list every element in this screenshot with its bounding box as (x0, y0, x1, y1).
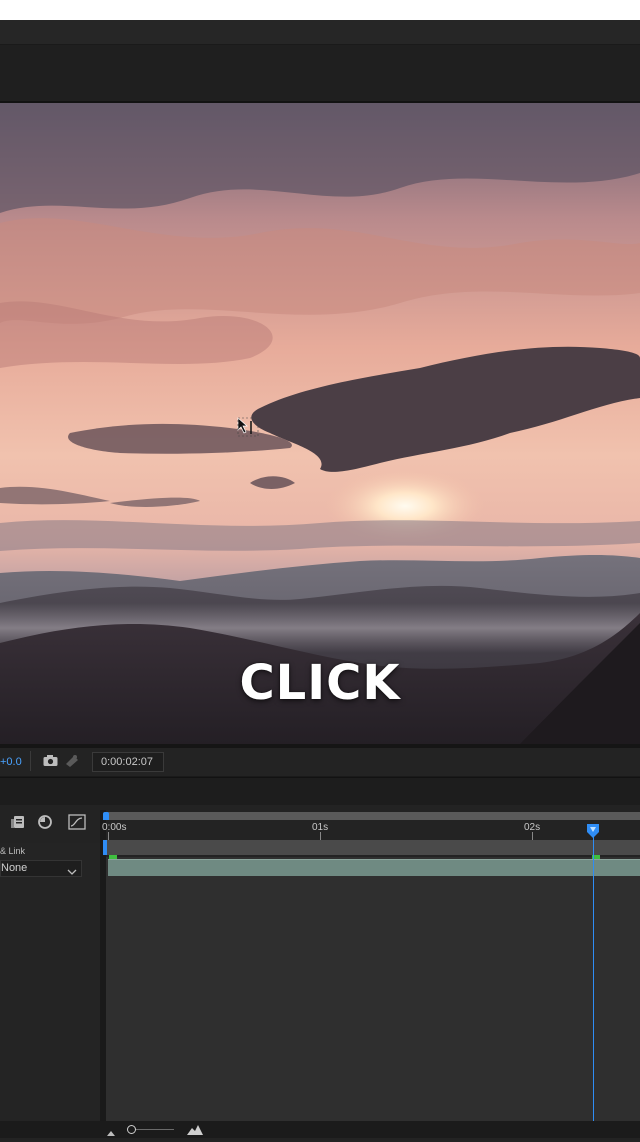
zoom-out-icon[interactable] (106, 1124, 116, 1142)
ruler-tick (532, 832, 533, 840)
toolbar (0, 45, 640, 103)
parent-dropdown[interactable]: None (0, 860, 82, 877)
parent-dropdown-value: None (1, 862, 28, 874)
timecode-field[interactable]: 0:00:02:07 (92, 752, 164, 772)
playhead-icon[interactable] (587, 824, 599, 838)
parent-link-header: & Link (0, 846, 26, 856)
divider (30, 751, 31, 771)
comp-duration-bar (106, 840, 640, 855)
graph-editor-icon[interactable] (68, 814, 86, 835)
panel-separator (0, 777, 640, 806)
zoom-in-icon[interactable] (186, 1123, 204, 1141)
zoom-slider-thumb[interactable] (127, 1125, 136, 1134)
camera-icon[interactable] (43, 754, 58, 770)
chevron-down-icon (67, 863, 77, 881)
timeline-zoom-bar (0, 1121, 640, 1138)
motion-blur-icon[interactable] (36, 814, 52, 835)
work-area-start-handle[interactable] (103, 812, 109, 820)
layer-duration-bar[interactable] (108, 859, 640, 876)
show-snapshot-icon[interactable] (65, 754, 79, 770)
caption-text: CLICK (239, 655, 401, 711)
ruler-tick (320, 832, 321, 840)
sunset-landscape-image (0, 103, 640, 744)
ruler-tick (108, 832, 109, 840)
track-area[interactable] (106, 857, 640, 1121)
layer-column (0, 843, 100, 1121)
solo-icon[interactable] (10, 814, 26, 835)
keyframe-marker[interactable] (109, 855, 117, 859)
timecode-text: 0:00:02:07 (101, 756, 153, 768)
viewer-controls-bar: +0.0 0:00:02:07 (0, 748, 640, 777)
in-point-marker (103, 840, 107, 855)
menu-bar (0, 20, 640, 45)
top-margin (0, 0, 640, 20)
work-area-bar[interactable] (106, 812, 640, 820)
exposure-value[interactable]: +0.0 (0, 756, 22, 768)
playhead-line (593, 826, 594, 1121)
ruler-label-0: 0:00s (102, 822, 127, 833)
composition-viewer[interactable] (0, 103, 640, 744)
